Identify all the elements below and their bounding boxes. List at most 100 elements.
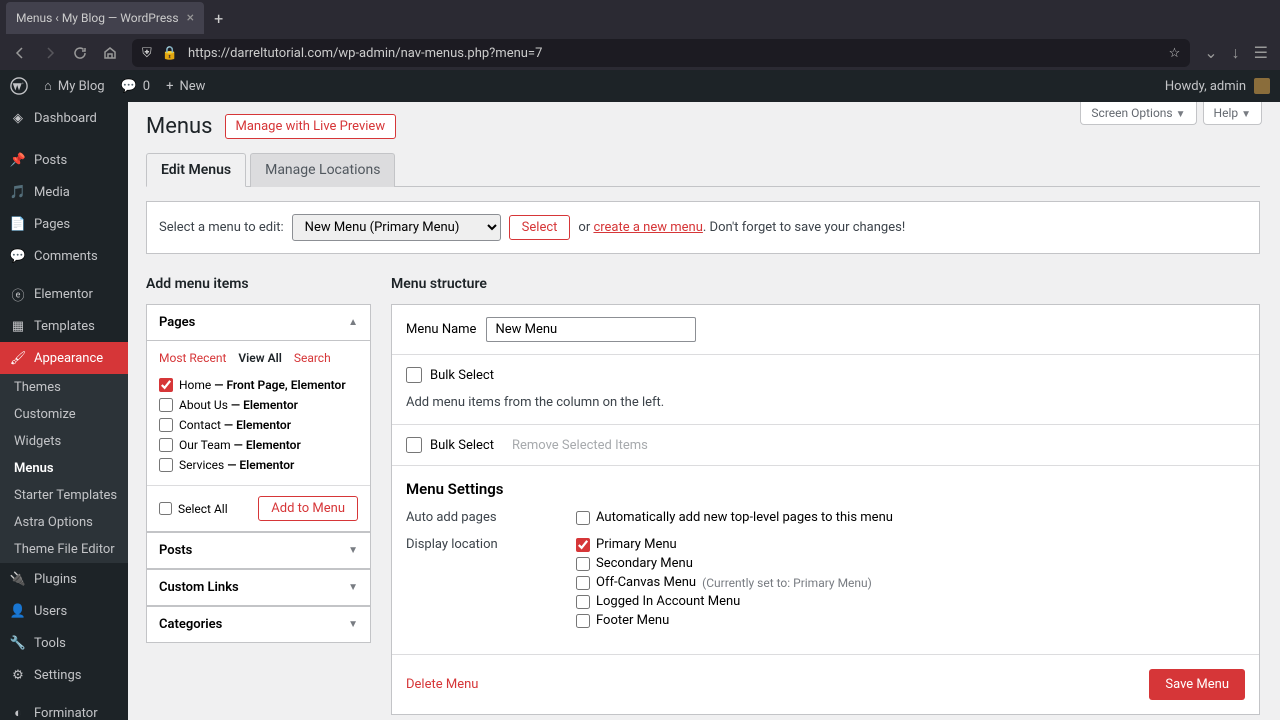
- location-secondary[interactable]: Secondary Menu: [576, 556, 1245, 571]
- sidebar-item-settings[interactable]: ⚙Settings: [0, 659, 128, 691]
- location-checkbox[interactable]: [576, 576, 590, 590]
- auto-add-checkbox-label[interactable]: Automatically add new top-level pages to…: [576, 510, 1245, 525]
- bulk-checkbox[interactable]: [406, 367, 422, 383]
- add-to-menu-button[interactable]: Add to Menu: [258, 496, 358, 521]
- select-button[interactable]: Select: [509, 215, 571, 240]
- media-icon: 🎵: [10, 184, 26, 200]
- toolbar-right: ⌄ ↓ ☰: [1204, 43, 1268, 63]
- menu-select[interactable]: New Menu (Primary Menu): [292, 214, 501, 241]
- templates-icon: ▦: [10, 318, 26, 334]
- menu-settings: Menu Settings Auto add pages Automatical…: [392, 465, 1259, 654]
- back-button[interactable]: [12, 45, 28, 61]
- shield-icon: ⛨: [142, 46, 152, 61]
- sub-starter[interactable]: Starter Templates: [0, 482, 128, 509]
- help-button[interactable]: Help ▼: [1203, 102, 1262, 125]
- page-checkbox[interactable]: [159, 398, 173, 412]
- tab-most-recent[interactable]: Most Recent: [159, 351, 226, 365]
- sidebar-item-posts[interactable]: 📌Posts: [0, 144, 128, 176]
- sidebar-item-templates[interactable]: ▦Templates: [0, 310, 128, 342]
- browser-tab[interactable]: Menus ‹ My Blog — WordPress ×: [6, 2, 204, 34]
- forward-button[interactable]: [42, 45, 58, 61]
- sidebar-item-plugins[interactable]: 🔌Plugins: [0, 563, 128, 595]
- menu-structure-col: Menu structure Menu Name Bulk Select Add…: [391, 276, 1260, 715]
- metabox-posts-header[interactable]: Posts▼: [147, 533, 370, 568]
- new-link[interactable]: +New: [166, 79, 205, 94]
- sub-theme-editor[interactable]: Theme File Editor: [0, 536, 128, 563]
- page-checkbox[interactable]: [159, 418, 173, 432]
- url-field[interactable]: ⛨ 🔒 https://darreltutorial.com/wp-admin/…: [132, 39, 1190, 67]
- select-all-label[interactable]: Select All: [159, 502, 228, 516]
- nav-tabs: Edit Menus Manage Locations: [146, 153, 1260, 187]
- avatar[interactable]: [1254, 78, 1270, 94]
- list-item: Our Team — Elementor: [159, 435, 358, 455]
- settings-icon: ⚙: [10, 667, 26, 683]
- list-item: About Us — Elementor: [159, 395, 358, 415]
- metabox-categories: Categories▼: [146, 606, 371, 643]
- comments-link[interactable]: 💬0: [121, 79, 151, 94]
- auto-add-checkbox[interactable]: [576, 511, 590, 525]
- tab-manage-locations[interactable]: Manage Locations: [250, 153, 395, 187]
- page-icon: 📄: [10, 216, 26, 232]
- sidebar-item-appearance[interactable]: 🖌Appearance: [0, 342, 128, 374]
- tab-edit-menus[interactable]: Edit Menus: [146, 153, 246, 187]
- remove-selected-link[interactable]: Remove Selected Items: [512, 438, 648, 453]
- sub-themes[interactable]: Themes: [0, 374, 128, 401]
- screen-options-button[interactable]: Screen Options ▼: [1080, 102, 1196, 125]
- menu-select-row: Select a menu to edit: New Menu (Primary…: [146, 201, 1260, 254]
- metabox-categories-header[interactable]: Categories▼: [147, 607, 370, 642]
- location-checkbox[interactable]: [576, 538, 590, 552]
- howdy-text[interactable]: Howdy, admin: [1165, 79, 1246, 94]
- metabox-custom-links-header[interactable]: Custom Links▼: [147, 570, 370, 605]
- sub-astra[interactable]: Astra Options: [0, 509, 128, 536]
- save-menu-button[interactable]: Save Menu: [1149, 669, 1245, 700]
- tab-search[interactable]: Search: [294, 351, 331, 365]
- page-checkbox[interactable]: [159, 378, 173, 392]
- star-icon[interactable]: ☆: [1169, 46, 1181, 61]
- location-offcanvas[interactable]: Off-Canvas Menu (Currently set to: Prima…: [576, 575, 1245, 590]
- sidebar-item-media[interactable]: 🎵Media: [0, 176, 128, 208]
- location-checkbox[interactable]: [576, 614, 590, 628]
- chevron-down-icon: ▼: [1176, 109, 1186, 120]
- site-link[interactable]: ⌂My Blog: [44, 78, 105, 94]
- location-logged-in[interactable]: Logged In Account Menu: [576, 594, 1245, 609]
- location-footer[interactable]: Footer Menu: [576, 613, 1245, 628]
- page-title: Menus: [146, 114, 213, 139]
- sidebar-item-elementor[interactable]: ⓔElementor: [0, 278, 128, 310]
- tab-view-all[interactable]: View All: [238, 351, 281, 365]
- sidebar-item-comments[interactable]: 💬Comments: [0, 240, 128, 272]
- elementor-icon: ⓔ: [10, 286, 26, 302]
- sub-menus[interactable]: Menus: [0, 455, 128, 482]
- sub-customize[interactable]: Customize: [0, 401, 128, 428]
- location-checkbox[interactable]: [576, 557, 590, 571]
- sidebar-item-pages[interactable]: 📄Pages: [0, 208, 128, 240]
- metabox-custom-links: Custom Links▼: [146, 569, 371, 606]
- home-button[interactable]: [102, 45, 118, 61]
- chevron-up-icon: ▲: [348, 317, 358, 328]
- plus-icon: +: [166, 79, 173, 94]
- bulk-checkbox[interactable]: [406, 437, 422, 453]
- sidebar-item-tools[interactable]: 🔧Tools: [0, 627, 128, 659]
- wp-logo[interactable]: [10, 77, 28, 95]
- page-checkbox[interactable]: [159, 438, 173, 452]
- pages-tabs: Most Recent View All Search: [159, 351, 358, 365]
- new-tab-button[interactable]: +: [214, 9, 223, 28]
- sidebar-item-forminator[interactable]: ◐Forminator: [0, 697, 128, 720]
- metabox-posts: Posts▼: [146, 532, 371, 569]
- sub-widgets[interactable]: Widgets: [0, 428, 128, 455]
- delete-menu-link[interactable]: Delete Menu: [406, 677, 478, 692]
- sidebar-item-dashboard[interactable]: ◈Dashboard: [0, 102, 128, 134]
- live-preview-button[interactable]: Manage with Live Preview: [225, 114, 397, 139]
- close-icon[interactable]: ×: [187, 10, 194, 26]
- menu-icon[interactable]: ☰: [1254, 43, 1268, 63]
- reload-button[interactable]: [72, 45, 88, 61]
- menu-name-input[interactable]: [486, 317, 696, 342]
- sidebar-item-users[interactable]: 👤Users: [0, 595, 128, 627]
- metabox-pages-header[interactable]: Pages ▲: [147, 305, 370, 341]
- select-all-checkbox[interactable]: [159, 502, 172, 515]
- location-checkbox[interactable]: [576, 595, 590, 609]
- download-icon[interactable]: ↓: [1232, 43, 1240, 63]
- location-primary[interactable]: Primary Menu: [576, 537, 1245, 552]
- create-menu-link[interactable]: create a new menu: [593, 220, 702, 235]
- page-checkbox[interactable]: [159, 458, 173, 472]
- pocket-icon[interactable]: ⌄: [1204, 43, 1217, 63]
